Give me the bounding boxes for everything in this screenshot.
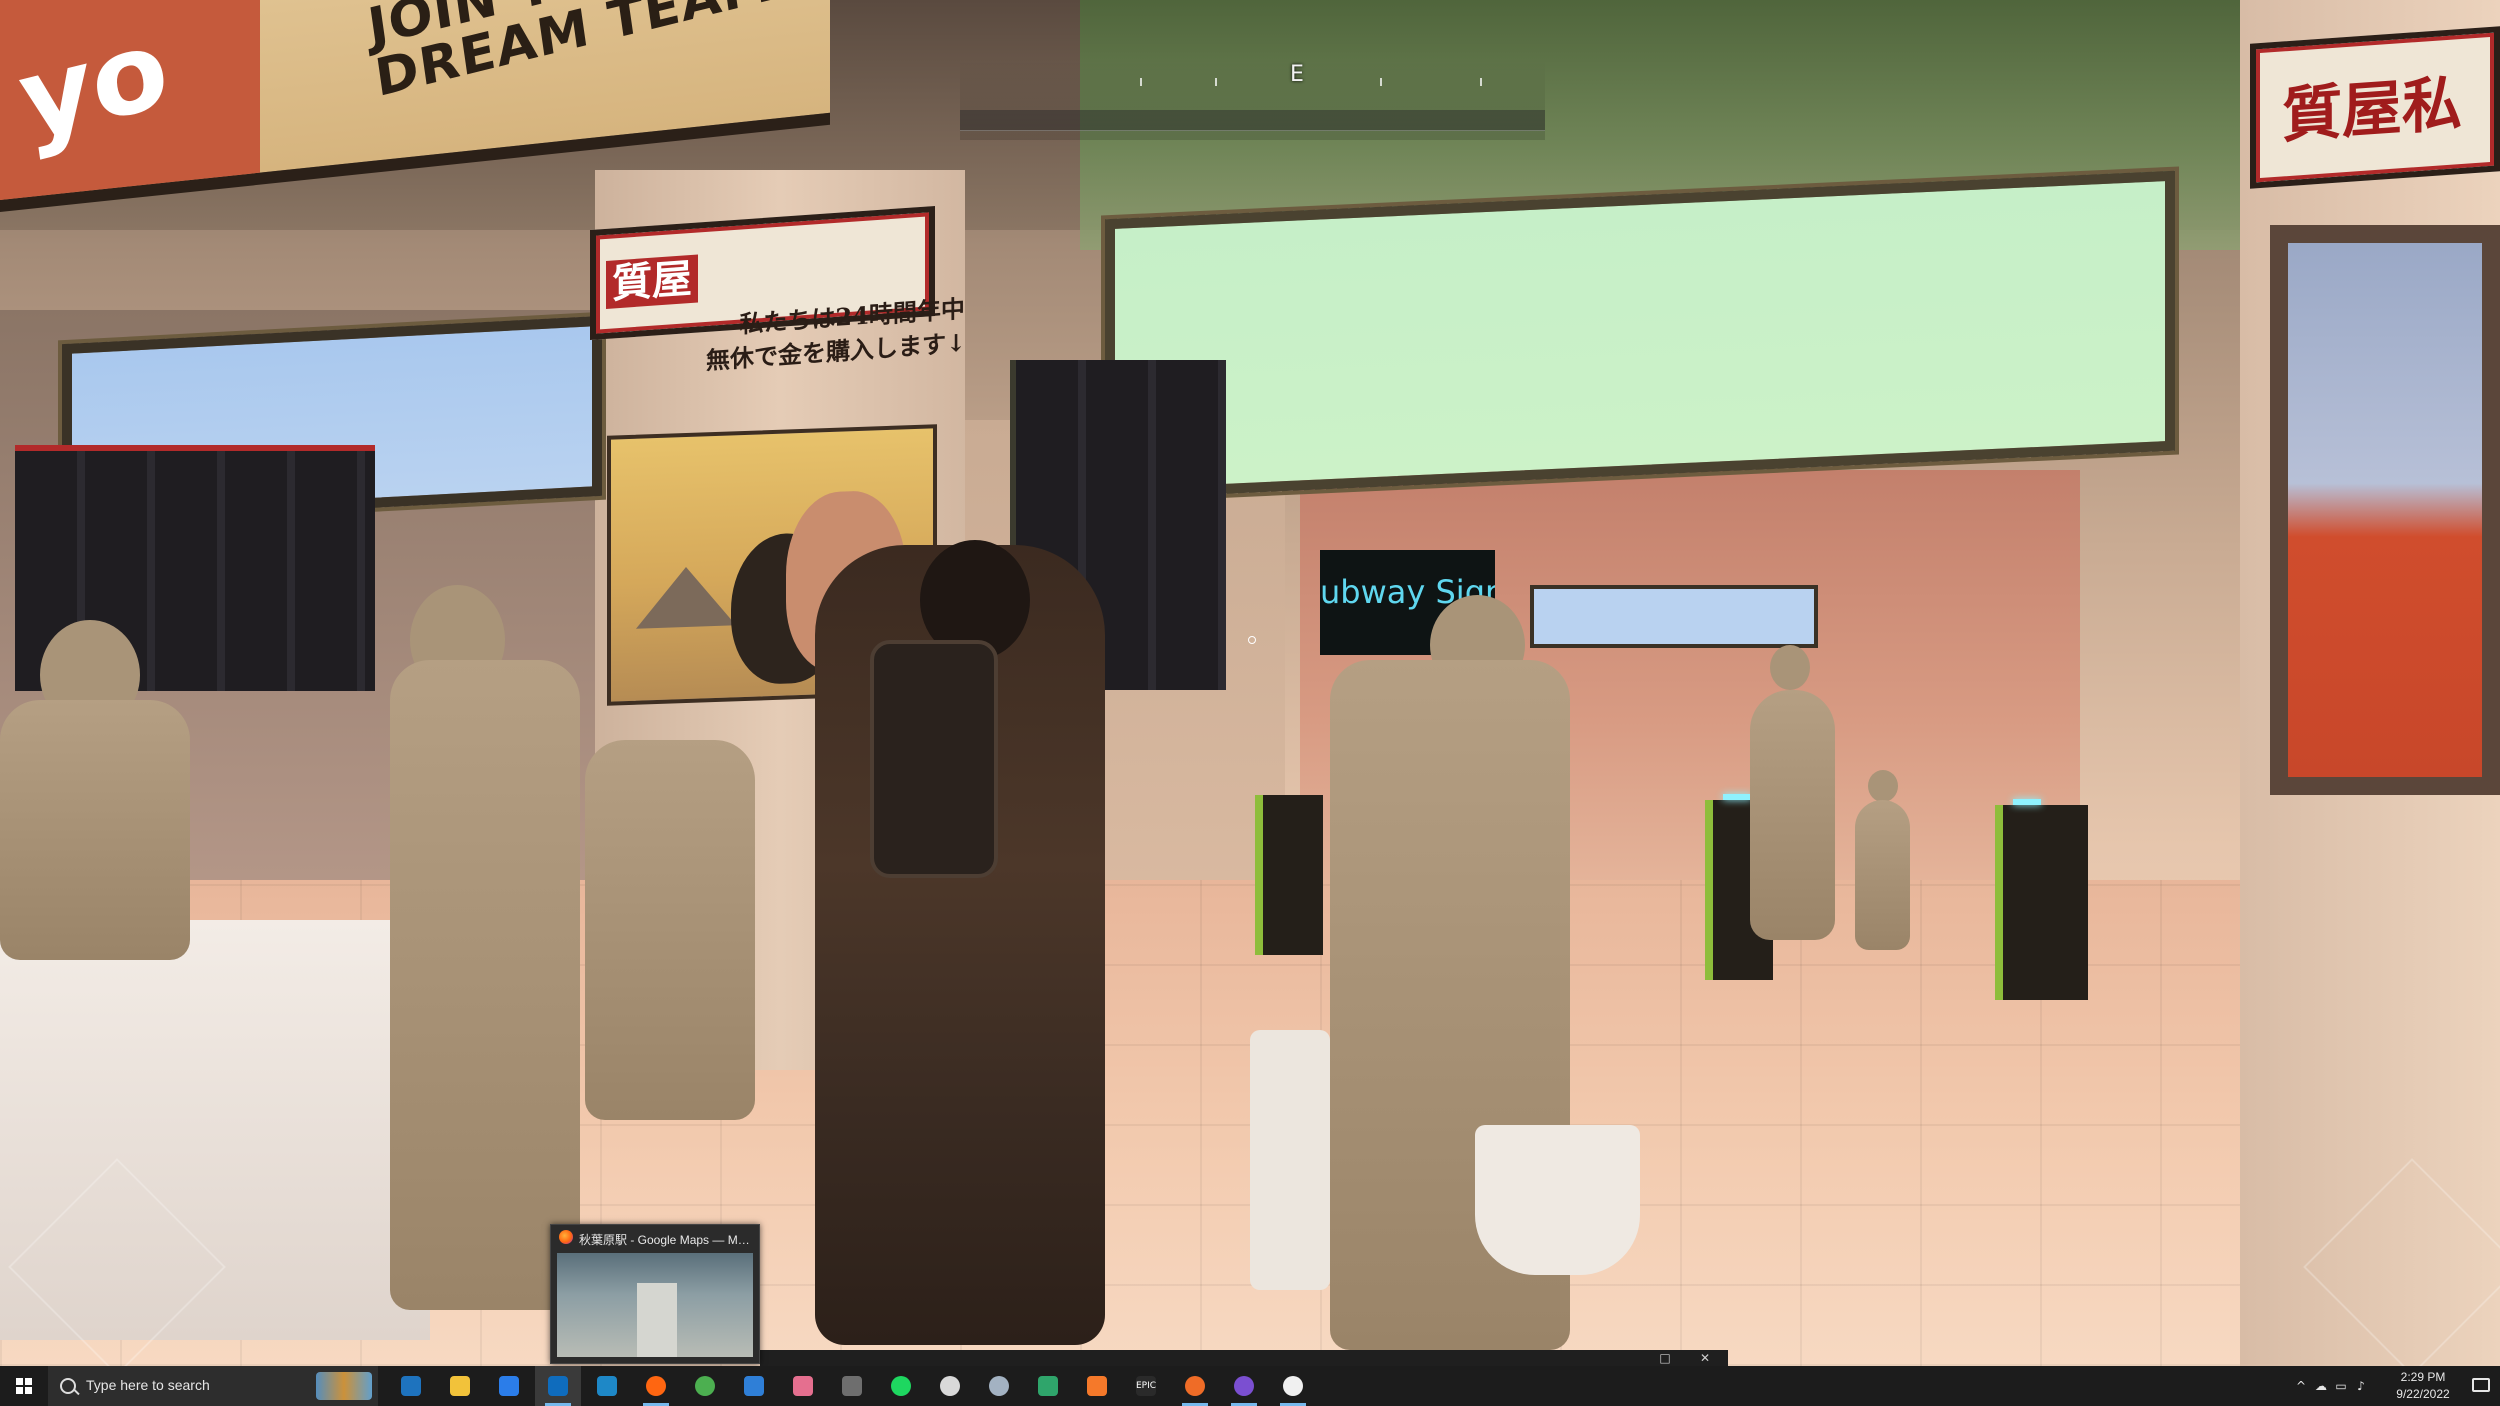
- taskbar-search-box[interactable]: Type here to search: [48, 1366, 378, 1406]
- security-icon: [499, 1376, 519, 1396]
- outlook-app[interactable]: [535, 1366, 581, 1406]
- unreal-1-icon: [1234, 1376, 1254, 1396]
- file-explorer-icon: [450, 1376, 470, 1396]
- firefox-icon: [559, 1230, 573, 1244]
- right-display-screen: [1105, 170, 2175, 500]
- thumbnail-corridor: [637, 1283, 677, 1357]
- clock-time: 2:29 PM: [2400, 1370, 2446, 1384]
- compass-tick: [1480, 78, 1482, 86]
- mannequin-head: [1868, 770, 1898, 802]
- unreal-2-icon: [1283, 1376, 1303, 1396]
- widgets-icon: [401, 1376, 421, 1396]
- poster-mountain: [636, 565, 736, 629]
- banner-text: JOIN THE DREAM TEAM!!: [364, 0, 826, 109]
- right-framed-poster: [2270, 225, 2500, 795]
- davinci-app[interactable]: [829, 1366, 875, 1406]
- pawn-shop-sign: 質屋 私たちは24時間年中 無休で金を購入します↓: [590, 205, 966, 375]
- crosshair: [1248, 636, 1256, 644]
- compass-bar: [960, 110, 1545, 131]
- unreal-app-2[interactable]: [1270, 1366, 1316, 1406]
- vpn-icon: [597, 1376, 617, 1396]
- system-tray: ^ ☁ ▭ ♪ 2:29 PM 9/22/2022: [2290, 1366, 2500, 1406]
- search-icon: [60, 1378, 76, 1394]
- webex-icon: [1185, 1376, 1205, 1396]
- chrome-app[interactable]: [682, 1366, 728, 1406]
- volume-icon[interactable]: ♪: [2354, 1379, 2368, 1393]
- banner-red-text: yo: [11, 3, 176, 165]
- taskbar-window-preview[interactable]: 秋葉原駅 - Google Maps — Mo...: [550, 1224, 760, 1364]
- photos-app[interactable]: [731, 1366, 777, 1406]
- preview-title: 秋葉原駅 - Google Maps — Mo...: [579, 1233, 754, 1247]
- file-explorer-app[interactable]: [437, 1366, 483, 1406]
- mannequin-figure: [390, 660, 580, 1310]
- windows-logo-icon: [16, 1378, 32, 1394]
- webex-app[interactable]: [1172, 1366, 1218, 1406]
- blender-app[interactable]: [1074, 1366, 1120, 1406]
- ticket-gate: [1255, 795, 1323, 955]
- photos-icon: [744, 1376, 764, 1396]
- notification-icon[interactable]: [2472, 1378, 2490, 1392]
- weather-icon: [793, 1376, 813, 1396]
- mannequin-figure: [0, 700, 190, 960]
- player-backpack: [870, 640, 998, 878]
- banner-red-panel: yo: [0, 0, 260, 201]
- mannequin-head: [1770, 645, 1810, 690]
- windows-taskbar: Type here to search EPIC ^ ☁ ▭ ♪ 2:29 PM…: [0, 1366, 2500, 1406]
- onedrive-icon[interactable]: ☁: [2314, 1379, 2328, 1393]
- search-placeholder: Type here to search: [86, 1377, 210, 1393]
- chrome-icon: [695, 1376, 715, 1396]
- vpn-app[interactable]: [584, 1366, 630, 1406]
- network-icon[interactable]: ▭: [2334, 1379, 2348, 1393]
- steam-app[interactable]: [976, 1366, 1022, 1406]
- firefox-app[interactable]: [633, 1366, 679, 1406]
- firefox-icon: [646, 1376, 666, 1396]
- start-button[interactable]: [0, 1366, 48, 1406]
- tracker-app[interactable]: [1025, 1366, 1071, 1406]
- top-right-pawn-sign: 質屋私: [2250, 26, 2500, 189]
- mannequin-figure: [1750, 690, 1835, 940]
- gate-light: [1723, 794, 1751, 800]
- mannequin-figure: [1855, 800, 1910, 950]
- blender-icon: [1087, 1376, 1107, 1396]
- pawn-sign-kanji: 質屋: [606, 254, 698, 309]
- white-bucket: [1475, 1125, 1640, 1275]
- preview-thumbnail[interactable]: [557, 1253, 753, 1357]
- window-bottom-strip: □ ✕: [760, 1350, 1728, 1366]
- game-viewport[interactable]: yo JOIN THE DREAM TEAM!! 質屋 私たちは24時間年中 無…: [0, 0, 2500, 1366]
- shopping-bag: [1250, 1030, 1330, 1290]
- davinci-icon: [842, 1376, 862, 1396]
- far-display-screen: [1530, 585, 1818, 648]
- compass-tick: [1380, 78, 1382, 86]
- chevron-up-icon[interactable]: ^: [2294, 1379, 2308, 1393]
- restore-icon[interactable]: □: [1655, 1350, 1675, 1366]
- weather-app[interactable]: [780, 1366, 826, 1406]
- epic-app[interactable]: EPIC: [1123, 1366, 1169, 1406]
- gate-light: [2013, 799, 2041, 805]
- ticket-gate: [1995, 799, 2088, 1000]
- openai-app[interactable]: [927, 1366, 973, 1406]
- unreal-app-1[interactable]: [1221, 1366, 1267, 1406]
- close-icon[interactable]: ✕: [1695, 1350, 1715, 1366]
- epic-icon: EPIC: [1136, 1376, 1156, 1396]
- security-app[interactable]: [486, 1366, 532, 1406]
- search-highlight-icon: [316, 1372, 372, 1400]
- clock-date: 9/22/2022: [2396, 1387, 2450, 1401]
- tracker-icon: [1038, 1376, 1058, 1396]
- widgets-app[interactable]: [388, 1366, 434, 1406]
- compass-hud: E: [960, 60, 1545, 140]
- mannequin-figure: [585, 740, 755, 1120]
- compass-heading: E: [1290, 62, 1304, 87]
- steam-icon: [989, 1376, 1009, 1396]
- compass-tick: [1215, 78, 1217, 86]
- outlook-icon: [548, 1376, 568, 1396]
- taskbar-clock[interactable]: 2:29 PM 9/22/2022: [2388, 1369, 2458, 1403]
- spotify-icon: [891, 1376, 911, 1396]
- openai-icon: [940, 1376, 960, 1396]
- spotify-app[interactable]: [878, 1366, 924, 1406]
- compass-tick: [1140, 78, 1142, 86]
